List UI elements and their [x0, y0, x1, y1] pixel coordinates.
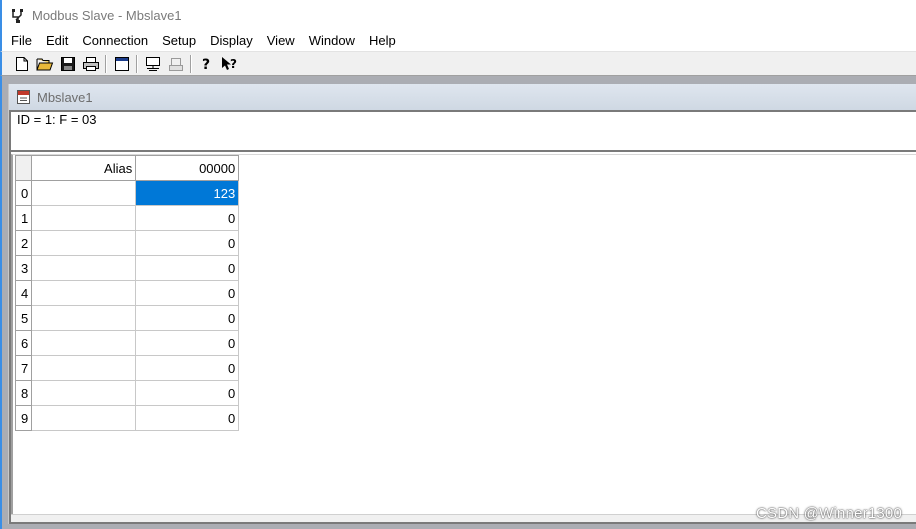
- register-value-cell[interactable]: 0: [135, 230, 240, 256]
- context-help-button[interactable]: ?: [218, 53, 241, 75]
- slave-id-function: ID = 1: F = 03: [17, 112, 97, 127]
- register-value-cell[interactable]: 0: [135, 405, 240, 431]
- table-row: 40: [14, 280, 240, 306]
- window-icon: [114, 56, 129, 71]
- row-index[interactable]: 9: [14, 405, 33, 431]
- row-index[interactable]: 4: [14, 280, 33, 306]
- open-button[interactable]: [33, 53, 56, 75]
- document-icon: [16, 89, 32, 105]
- menu-edit[interactable]: Edit: [39, 31, 75, 51]
- mdi-client-area: Mbslave1 ID = 1: F = 03 Alias 00000 0 12…: [0, 76, 916, 529]
- table-row: 10: [14, 205, 240, 231]
- help-icon: ?: [202, 57, 210, 72]
- svg-text:?: ?: [230, 57, 237, 71]
- alias-cell[interactable]: [31, 180, 137, 206]
- toolbar-separator: [105, 54, 107, 73]
- register-table: Alias 00000 0 123 1 0 2 0 3 0 4 0 5 0 6 0 7 0 8 0 9 0: [14, 155, 240, 431]
- row-index[interactable]: 3: [14, 255, 33, 281]
- menu-window[interactable]: Window: [302, 31, 362, 51]
- child-window[interactable]: Mbslave1 ID = 1: F = 03 Alias 00000 0 12…: [8, 84, 916, 524]
- menu-help[interactable]: Help: [362, 31, 403, 51]
- row-index[interactable]: 2: [14, 230, 33, 256]
- menu-setup[interactable]: Setup: [155, 31, 203, 51]
- row-index[interactable]: 1: [14, 205, 33, 231]
- register-value-cell[interactable]: 0: [135, 255, 240, 281]
- menu-bar: File Edit Connection Setup Display View …: [0, 31, 916, 51]
- context-help-icon: ?: [221, 56, 237, 71]
- register-grid-area[interactable]: Alias 00000 0 123 1 0 2 0 3 0 4 0 5 0 6 0 7 0 8 0 9 0: [11, 154, 916, 514]
- table-row: 80: [14, 380, 240, 406]
- save-icon: [60, 56, 75, 71]
- row-index[interactable]: 6: [14, 330, 33, 356]
- watermark-text: CSDN @Winner1300: [756, 505, 902, 522]
- alias-cell[interactable]: [31, 280, 137, 306]
- alias-cell[interactable]: [31, 230, 137, 256]
- menu-connection[interactable]: Connection: [75, 31, 155, 51]
- table-row: 0 123: [14, 180, 240, 206]
- alias-cell[interactable]: [31, 355, 137, 381]
- table-header-row: Alias 00000: [14, 155, 240, 181]
- table-row: 70: [14, 355, 240, 381]
- register-value-cell[interactable]: 0: [135, 280, 240, 306]
- table-row: 90: [14, 405, 240, 431]
- disconnect-button[interactable]: [164, 53, 187, 75]
- connect-icon: [145, 56, 160, 71]
- register-value-cell[interactable]: 0: [135, 355, 240, 381]
- table-row: 20: [14, 230, 240, 256]
- alias-cell[interactable]: [31, 305, 137, 331]
- column-header-address[interactable]: 00000: [135, 155, 240, 181]
- row-index[interactable]: 5: [14, 305, 33, 331]
- row-index[interactable]: 7: [14, 355, 33, 381]
- window-title: Modbus Slave - Mbslave1: [32, 8, 182, 23]
- register-value-cell[interactable]: 123: [135, 180, 240, 206]
- register-value-cell[interactable]: 0: [135, 330, 240, 356]
- table-row: 60: [14, 330, 240, 356]
- row-index[interactable]: 8: [14, 380, 33, 406]
- row-index[interactable]: 0: [14, 180, 33, 206]
- title-bar[interactable]: Modbus Slave - Mbslave1: [0, 0, 916, 31]
- toolbar-separator: [190, 54, 192, 73]
- table-row: 30: [14, 255, 240, 281]
- alias-cell[interactable]: [31, 330, 137, 356]
- menu-display[interactable]: Display: [203, 31, 260, 51]
- new-icon: [15, 56, 28, 71]
- new-button[interactable]: [10, 53, 33, 75]
- help-button[interactable]: ?: [195, 53, 218, 75]
- alias-cell[interactable]: [31, 205, 137, 231]
- child-title-bar[interactable]: Mbslave1: [9, 84, 916, 110]
- print-button[interactable]: [79, 53, 102, 75]
- register-value-cell[interactable]: 0: [135, 305, 240, 331]
- save-button[interactable]: [56, 53, 79, 75]
- open-icon: [35, 58, 53, 70]
- register-rows: 0 123 1 0 2 0 3 0 4 0 5 0 6 0 7 0 8 0 9 0: [14, 180, 240, 431]
- modbus-slave-app: Modbus Slave - Mbslave1 File Edit Connec…: [0, 0, 916, 529]
- register-value-cell[interactable]: 0: [135, 380, 240, 406]
- connect-button[interactable]: [141, 53, 164, 75]
- alias-cell[interactable]: [31, 255, 137, 281]
- grid-corner: [14, 155, 33, 181]
- toolbar-separator: [136, 54, 138, 73]
- window-button[interactable]: [110, 53, 133, 75]
- modbus-app-icon: [10, 8, 26, 24]
- alias-cell[interactable]: [31, 380, 137, 406]
- child-title: Mbslave1: [37, 89, 93, 105]
- toolbar: ? ?: [0, 51, 916, 76]
- register-value-cell[interactable]: 0: [135, 205, 240, 231]
- child-content: ID = 1: F = 03 Alias 00000 0 123 1 0 2 0 3 0 4 0 5…: [9, 110, 916, 524]
- menu-view[interactable]: View: [260, 31, 302, 51]
- menu-file[interactable]: File: [4, 31, 39, 51]
- svg-text:?: ?: [202, 57, 210, 72]
- slave-info-header: ID = 1: F = 03: [11, 112, 916, 152]
- print-icon: [82, 56, 99, 71]
- column-header-alias[interactable]: Alias: [31, 155, 137, 181]
- alias-cell[interactable]: [31, 405, 137, 431]
- disconnect-icon: [168, 57, 183, 71]
- table-row: 50: [14, 305, 240, 331]
